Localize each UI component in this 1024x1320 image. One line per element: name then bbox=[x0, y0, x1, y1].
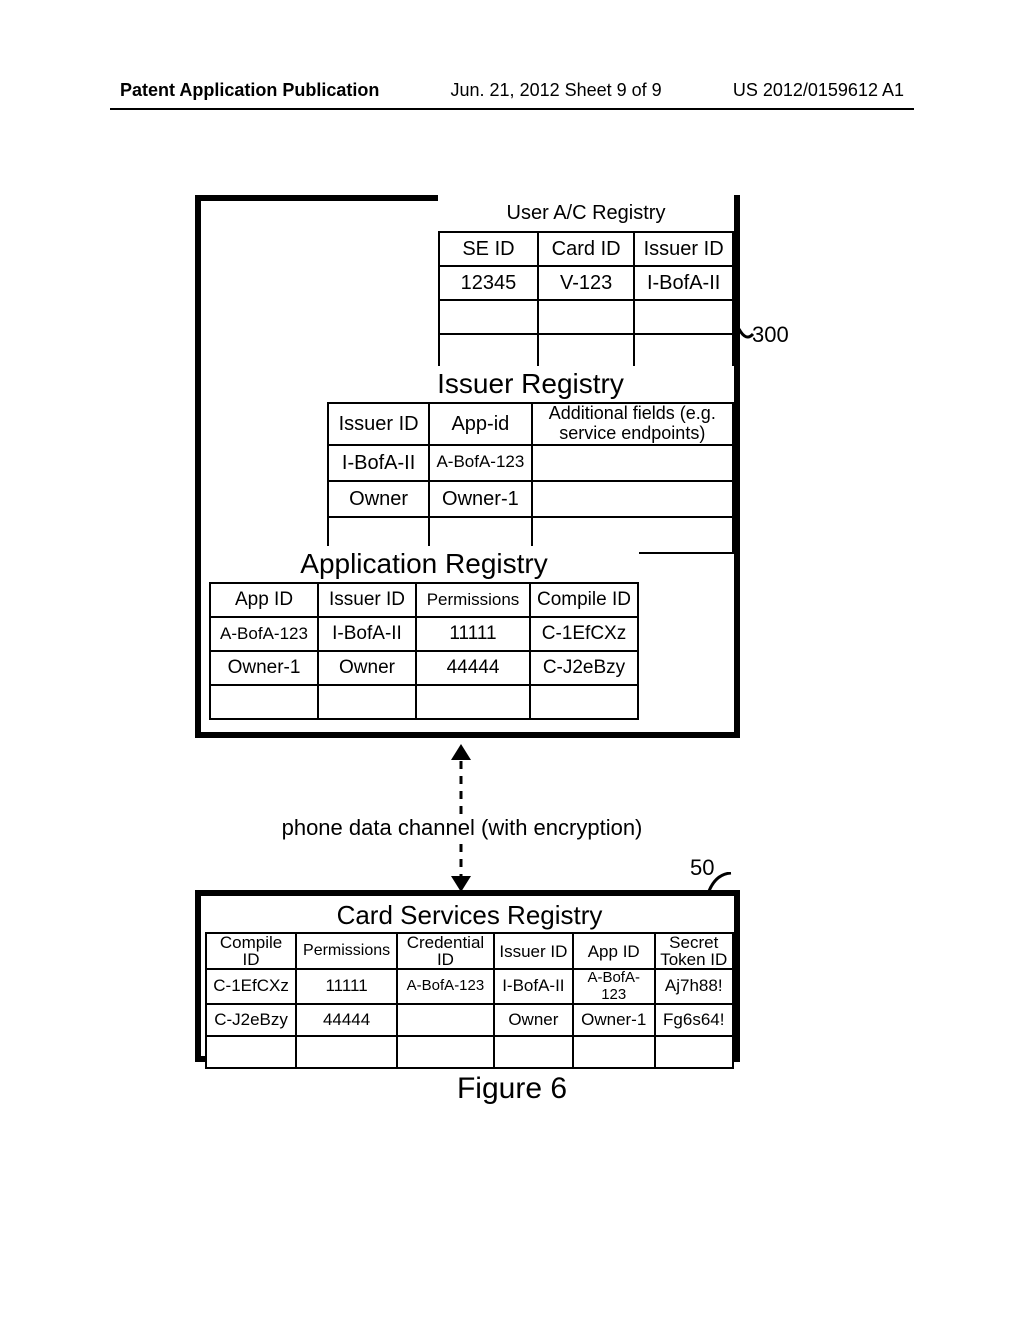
app-h-permissions: Permissions bbox=[416, 583, 530, 617]
server-box-300: User A/C Registry SE ID Card ID Issuer I… bbox=[195, 195, 740, 738]
pub-number: US 2012/0159612 A1 bbox=[733, 80, 904, 101]
header-rule bbox=[110, 108, 914, 110]
table-row: C-1EfCXz 11111 A-BofA-123 I-BofA-II A-Bo… bbox=[206, 969, 733, 1004]
arrow-down-icon bbox=[449, 844, 473, 892]
user-registry-table: User A/C Registry SE ID Card ID Issuer I… bbox=[438, 195, 734, 369]
table-row: Owner Owner-1 bbox=[328, 481, 733, 517]
card-services-box-50: Card Services Registry Compile ID Permis… bbox=[195, 890, 740, 1062]
user-registry-title: User A/C Registry bbox=[439, 195, 733, 232]
app-h-compileid: Compile ID bbox=[530, 583, 638, 617]
callout-hook-icon bbox=[706, 872, 732, 892]
issuer-h-issuerid: Issuer ID bbox=[328, 403, 429, 445]
card-services-registry-table: Card Services Registry Compile ID Permis… bbox=[205, 898, 734, 1069]
table-row: Owner-1 Owner 44444 C-J2eBzy bbox=[210, 651, 638, 685]
table-row: A-BofA-123 I-BofA-II 11111 C-1EfCXz bbox=[210, 617, 638, 651]
card-h-secrettoken: Secret Token ID bbox=[655, 933, 734, 969]
app-h-issuerid: Issuer ID bbox=[318, 583, 416, 617]
table-row bbox=[439, 300, 733, 334]
table-row: 12345 V-123 I-BofA-II bbox=[439, 266, 733, 300]
issuer-h-appid: App-id bbox=[429, 403, 531, 445]
card-h-permissions: Permissions bbox=[296, 933, 397, 969]
pub-label: Patent Application Publication bbox=[120, 80, 379, 101]
user-h-cardid: Card ID bbox=[538, 232, 634, 266]
card-h-issuerid: Issuer ID bbox=[494, 933, 573, 969]
table-row: I-BofA-II A-BofA-123 bbox=[328, 445, 733, 481]
user-h-issuerid: Issuer ID bbox=[634, 232, 733, 266]
card-h-appid: App ID bbox=[573, 933, 655, 969]
reference-300: 300 bbox=[752, 322, 789, 348]
card-h-compileid: Compile ID bbox=[206, 933, 296, 969]
page-header: Patent Application Publication Jun. 21, … bbox=[0, 80, 1024, 101]
application-registry-table: Application Registry App ID Issuer ID Pe… bbox=[209, 546, 639, 720]
card-h-credentialid: Credential ID bbox=[397, 933, 494, 969]
table-row: C-J2eBzy 44444 Owner Owner-1 Fg6s64! bbox=[206, 1004, 733, 1036]
issuer-registry-title: Issuer Registry bbox=[328, 366, 733, 403]
table-row bbox=[439, 334, 733, 368]
card-services-registry-title: Card Services Registry bbox=[206, 898, 733, 933]
application-registry-title: Application Registry bbox=[210, 546, 638, 583]
issuer-h-additional: Additional fields (e.g. service endpoint… bbox=[532, 403, 733, 445]
channel-label: phone data channel (with encryption) bbox=[0, 815, 974, 841]
user-h-seid: SE ID bbox=[439, 232, 538, 266]
callout-hook-icon bbox=[738, 328, 754, 350]
issuer-registry-table: Issuer Registry Issuer ID App-id Additio… bbox=[327, 366, 734, 554]
sheet-label: Jun. 21, 2012 Sheet 9 of 9 bbox=[451, 80, 662, 101]
figure-caption: Figure 6 bbox=[0, 1072, 1024, 1106]
table-row bbox=[206, 1036, 733, 1068]
arrow-up-icon bbox=[449, 744, 473, 814]
table-row bbox=[210, 685, 638, 719]
app-h-appid: App ID bbox=[210, 583, 318, 617]
